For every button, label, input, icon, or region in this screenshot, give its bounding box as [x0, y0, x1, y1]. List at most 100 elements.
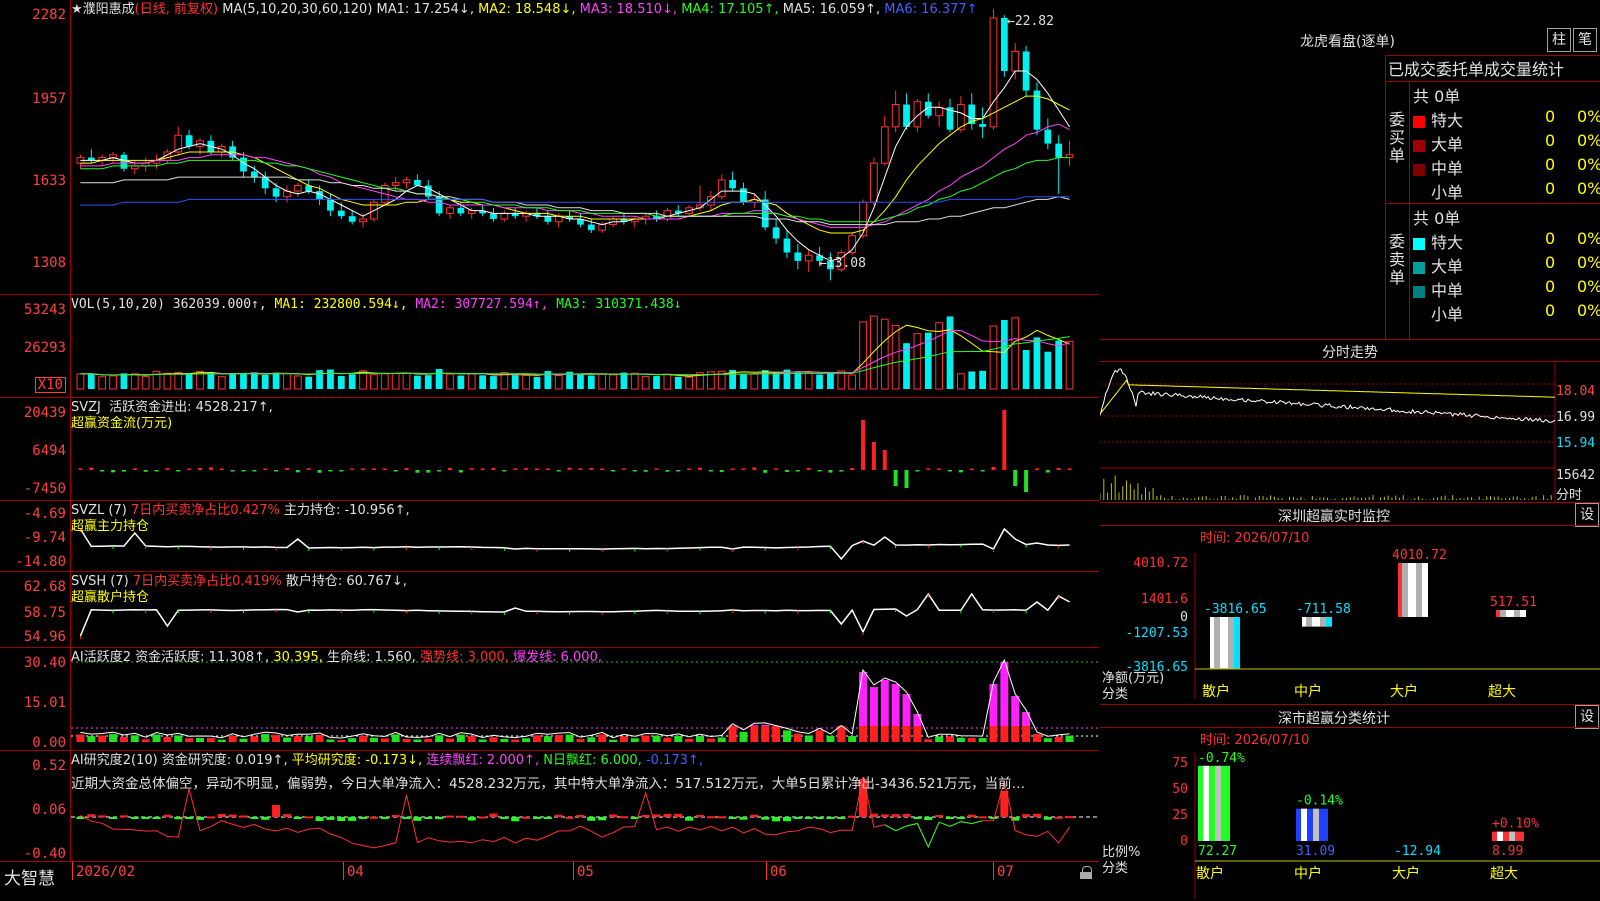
bar-stripe	[1500, 610, 1506, 617]
class-bar-散户	[1198, 766, 1230, 841]
fund-flow-bar	[426, 470, 430, 473]
research-bar	[609, 814, 617, 817]
activity-bar	[620, 736, 628, 742]
candle-body	[881, 127, 888, 163]
color-swatch-icon	[1413, 116, 1425, 128]
activity-bar	[185, 738, 193, 742]
fund-flow-bar	[481, 469, 485, 471]
kline-pane[interactable]: 2282 1957 1633 1308 ★濮阳惠成(日线, 前复权) MA(5,…	[0, 0, 1099, 295]
ma-value-4: MA4: 17.105↑,	[681, 2, 783, 17]
fund-flow-bar	[970, 469, 974, 471]
volume-unit: X10	[35, 377, 66, 393]
fund-flow-bar	[926, 469, 930, 471]
volume-bar	[131, 374, 138, 389]
volume-bar	[1044, 352, 1051, 389]
order-row: 小单00%	[1413, 301, 1599, 323]
svsh-name: SVSH (7)	[71, 574, 129, 589]
fund-flow-bar	[350, 469, 354, 471]
research-bar	[403, 817, 411, 819]
ai-activity-pane[interactable]: 30.40 15.01 0.00 AI活跃度2 资金活跃度: 11.308↑, …	[0, 648, 1099, 751]
fund-flow-bar	[589, 468, 593, 470]
intraday-panel[interactable]: 分时走势 18.04 16.99 15.94 15642 分时	[1100, 339, 1600, 502]
class-value-label: 8.99	[1492, 844, 1523, 859]
research-bar	[457, 816, 465, 818]
activity-bar	[544, 736, 552, 742]
svsh-tick: 58.75	[24, 606, 66, 620]
svzl-subtitle: 超赢主力持仓	[71, 519, 149, 534]
fund-flow-bar	[274, 470, 278, 472]
fund-flow-bar	[850, 468, 854, 470]
bar-edge	[1398, 563, 1402, 617]
fund-flow-bar	[155, 470, 159, 472]
ai-research-axis: 0.52 0.06 -0.40	[0, 751, 71, 861]
fund-flow-bar	[568, 468, 572, 470]
volume-bar	[316, 370, 323, 389]
monitor-tick: 0	[1180, 610, 1188, 625]
volume-bar	[1066, 341, 1073, 389]
volume-bar	[436, 369, 443, 389]
svzj-pane[interactable]: 20439 6494 -7450 SVZJ 活跃资金进出: 4528.217↑,…	[0, 398, 1099, 501]
research-bar	[239, 815, 247, 817]
intraday-chart[interactable]	[1100, 340, 1600, 502]
tick-mode-button[interactable]: 笔	[1573, 28, 1597, 52]
kline-plot[interactable]	[71, 0, 1099, 294]
research-bar	[1033, 814, 1041, 817]
date-label: 05	[577, 864, 594, 880]
volume-pane[interactable]: 53243 26293 X10 VOL(5,10,20) 362039.000↑…	[0, 295, 1099, 398]
research-bar	[153, 817, 161, 819]
activity-bar	[511, 740, 519, 743]
order-type: 特大	[1431, 111, 1463, 130]
order-type: 大单	[1431, 257, 1463, 276]
research-bar	[359, 817, 367, 819]
volume-bar	[121, 373, 128, 389]
sz-class-xlabel: 分类	[1102, 857, 1128, 876]
activity-bar	[957, 738, 965, 742]
research-bar	[511, 817, 519, 821]
activity-bar	[783, 730, 791, 742]
candle-body	[1055, 144, 1062, 158]
volume-bar	[860, 322, 867, 389]
fund-flow-bar	[731, 469, 735, 471]
research-bar	[837, 817, 845, 819]
research-bar	[587, 817, 595, 821]
ma-value-2: MA2: 18.548↓,	[478, 2, 580, 17]
research-bar	[142, 817, 150, 819]
volume-bar	[294, 376, 301, 389]
volume-bar	[403, 373, 410, 389]
research-bar	[109, 817, 117, 819]
price-tick: 2282	[32, 8, 66, 22]
color-swatch-icon	[1413, 310, 1425, 322]
svzj-tick: 6494	[32, 444, 66, 458]
research-bar	[892, 814, 900, 817]
volume-bar	[240, 374, 247, 389]
svzl-pane[interactable]: -4.69 -9.74 -14.80 SVZL (7) 7日内买卖净占比0.42…	[0, 501, 1099, 572]
order-type: 小单	[1431, 305, 1463, 324]
volume-bar	[577, 374, 584, 389]
volume-bar	[936, 323, 943, 389]
ma-line-1	[80, 71, 1069, 261]
fund-flow-bar	[1068, 469, 1072, 471]
research-bar	[98, 815, 106, 817]
activity-bar	[87, 736, 95, 742]
color-swatch-icon	[1413, 188, 1425, 200]
favorite-star-icon[interactable]: ★	[71, 2, 83, 17]
bar-stripe	[1215, 766, 1221, 841]
date-label: 04	[347, 864, 364, 880]
research-bar	[783, 817, 791, 821]
research-bar	[718, 816, 726, 818]
candle-body	[273, 188, 280, 196]
svsh-pane[interactable]: 62.68 58.75 54.96 SVSH (7) 7日内买卖净占比0.419…	[0, 572, 1099, 648]
research-bar	[739, 817, 747, 820]
price-tick: 1308	[32, 256, 66, 270]
volume-bar	[273, 373, 280, 389]
bar-stripe	[1203, 766, 1209, 841]
activity-bar-base	[772, 726, 780, 742]
ai-research-pane[interactable]: 0.52 0.06 -0.40 AI研究度2(10) 资金研究度: 0.019↑…	[0, 751, 1099, 862]
candle-body	[936, 107, 943, 115]
color-swatch-icon	[1413, 262, 1425, 274]
bar-mode-button[interactable]: 柱	[1547, 28, 1571, 52]
kline-chart[interactable]	[71, 0, 1099, 294]
monitor-bar-label: -3816.65	[1204, 602, 1267, 617]
activity-bar	[370, 738, 378, 742]
monitor-bar-超大	[1496, 610, 1526, 617]
